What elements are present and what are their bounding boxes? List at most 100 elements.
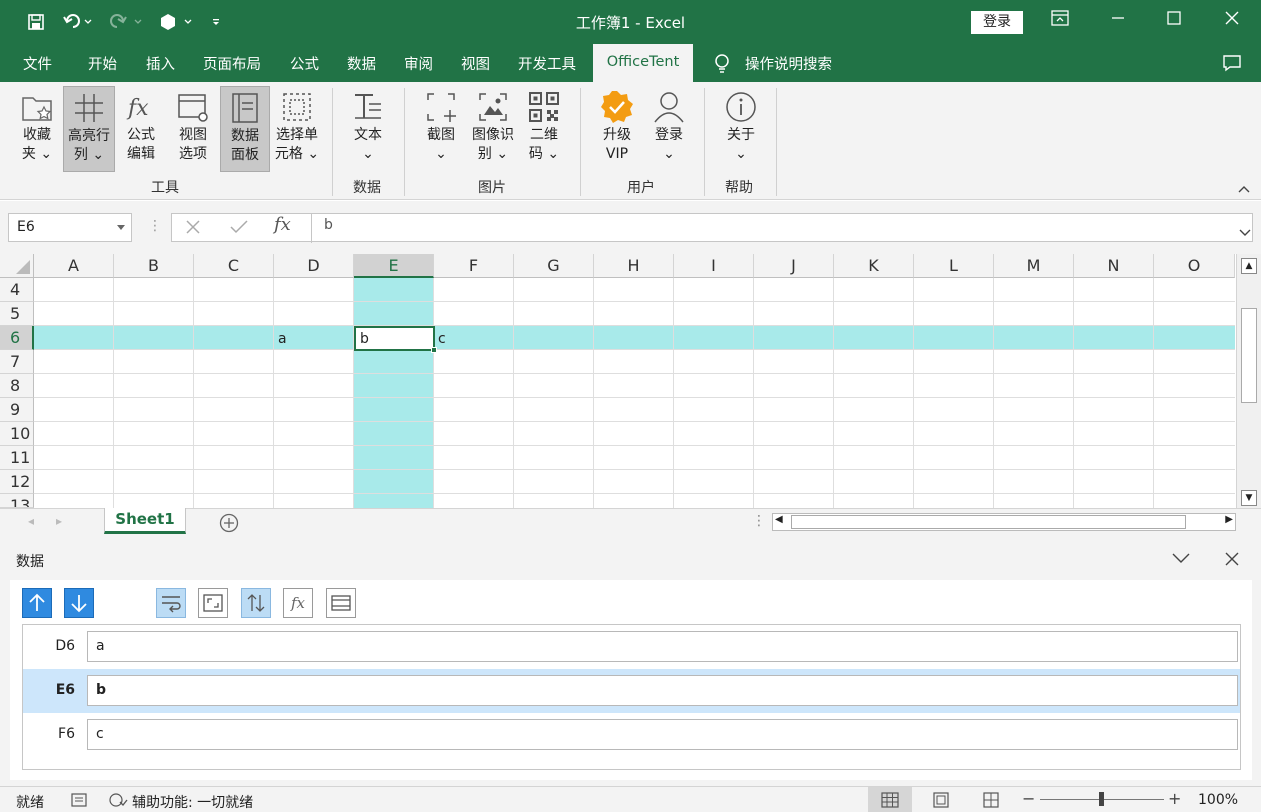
row-header-6[interactable]: 6: [0, 326, 34, 350]
tab-developer[interactable]: 开发工具: [518, 53, 576, 74]
insert-function-icon[interactable]: fx: [274, 214, 291, 235]
column-header-F[interactable]: F: [434, 254, 514, 278]
panel-close-icon[interactable]: [1225, 552, 1239, 570]
vertical-scroll-thumb[interactable]: [1241, 308, 1257, 403]
row-header-12[interactable]: 12: [0, 470, 34, 494]
column-header-I[interactable]: I: [674, 254, 754, 278]
formula-input[interactable]: [171, 213, 1253, 242]
column-header-A[interactable]: A: [34, 254, 114, 278]
image-recognize-button[interactable]: 图像识 别 ⌄: [468, 86, 518, 172]
tell-me-search[interactable]: 操作说明搜索: [745, 53, 832, 74]
formula-edit-button[interactable]: fx 公式 编辑: [118, 86, 164, 172]
row-header-13[interactable]: 13: [0, 494, 34, 508]
tab-review[interactable]: 审阅: [404, 53, 433, 74]
macro-record-icon[interactable]: [70, 792, 88, 812]
add-sheet-icon[interactable]: [219, 513, 239, 537]
next-sheet-icon[interactable]: ▸: [56, 514, 62, 528]
zoom-slider-thumb[interactable]: [1099, 792, 1104, 806]
page-break-icon[interactable]: [982, 792, 1000, 812]
move-up-button[interactable]: [22, 588, 52, 618]
horizontal-scroll-thumb[interactable]: [791, 515, 1186, 529]
about-button[interactable]: 关于 ⌄: [718, 86, 764, 172]
page-layout-icon[interactable]: [932, 792, 950, 812]
column-header-M[interactable]: M: [994, 254, 1074, 278]
tab-file[interactable]: 文件: [23, 53, 52, 74]
wrap-text-button[interactable]: [156, 588, 186, 618]
scroll-left-icon[interactable]: ◀: [775, 514, 783, 525]
cell-D6[interactable]: a: [278, 331, 287, 347]
comments-icon[interactable]: [1222, 54, 1242, 76]
accessibility-status[interactable]: 辅助功能: 一切就绪: [132, 792, 253, 812]
column-header-G[interactable]: G: [514, 254, 594, 278]
expand-formula-icon[interactable]: [1239, 225, 1251, 241]
panel-row-selected[interactable]: E6 b: [23, 669, 1240, 713]
select-all-corner[interactable]: [0, 254, 34, 278]
row-header-8[interactable]: 8: [0, 374, 34, 398]
close-icon[interactable]: [1212, 8, 1252, 34]
column-header-J[interactable]: J: [754, 254, 834, 278]
zoom-in-icon[interactable]: +: [1168, 789, 1181, 808]
tab-formulas[interactable]: 公式: [290, 53, 319, 74]
favorites-button[interactable]: 收藏 夹 ⌄: [14, 86, 60, 172]
normal-view-button[interactable]: [868, 787, 912, 812]
scroll-up-icon[interactable]: ▲: [1241, 258, 1257, 274]
collapse-ribbon-icon[interactable]: [1237, 182, 1251, 198]
active-cell-E6[interactable]: b: [354, 326, 437, 353]
fill-handle[interactable]: [431, 347, 437, 353]
row-header-4[interactable]: 4: [0, 278, 34, 302]
select-cell-button[interactable]: 选择单 元格 ⌄: [272, 86, 322, 172]
maximize-icon[interactable]: [1154, 8, 1194, 34]
accessibility-icon[interactable]: [108, 792, 128, 812]
tab-home[interactable]: 开始: [88, 53, 117, 74]
text-button[interactable]: 文本 ⌄: [344, 86, 392, 172]
column-header-D[interactable]: D: [274, 254, 354, 278]
qrcode-button[interactable]: 二维 码 ⌄: [522, 86, 566, 172]
screenshot-button[interactable]: 截图 ⌄: [418, 86, 464, 172]
layout-button[interactable]: [326, 588, 356, 618]
panel-row-value[interactable]: c: [87, 719, 1238, 750]
scroll-right-icon[interactable]: ▶: [1225, 514, 1233, 525]
horizontal-scrollbar[interactable]: ◀ ▶: [772, 513, 1236, 531]
splitter-icon[interactable]: ⋮: [752, 513, 766, 529]
panel-row[interactable]: D6 a: [23, 625, 1240, 669]
row-header-11[interactable]: 11: [0, 446, 34, 470]
login-button[interactable]: 登录: [971, 11, 1023, 34]
tab-insert[interactable]: 插入: [146, 53, 175, 74]
name-box[interactable]: E6: [8, 213, 132, 242]
cell-F6[interactable]: c: [438, 331, 446, 347]
panel-collapse-icon[interactable]: [1172, 552, 1190, 568]
tab-view[interactable]: 视图: [461, 53, 490, 74]
show-formula-button[interactable]: fx: [283, 588, 313, 618]
sort-button[interactable]: [241, 588, 271, 618]
column-header-O[interactable]: O: [1154, 254, 1235, 278]
expand-button[interactable]: [198, 588, 228, 618]
move-down-button[interactable]: [64, 588, 94, 618]
column-header-H[interactable]: H: [594, 254, 674, 278]
panel-row[interactable]: F6 c: [23, 713, 1240, 757]
column-header-N[interactable]: N: [1074, 254, 1154, 278]
column-header-L[interactable]: L: [914, 254, 994, 278]
view-options-button[interactable]: 视图 选项: [168, 86, 218, 172]
zoom-level[interactable]: 100%: [1198, 792, 1238, 808]
panel-row-value[interactable]: b: [87, 675, 1238, 706]
tab-officetent[interactable]: OfficeTent: [593, 44, 693, 82]
sheet-tab-sheet1[interactable]: Sheet1: [104, 508, 186, 534]
panel-row-value[interactable]: a: [87, 631, 1238, 662]
row-header-5[interactable]: 5: [0, 302, 34, 326]
column-header-E[interactable]: E: [354, 254, 434, 278]
spreadsheet-grid[interactable]: ABCDEFGHIJKLMNO 4 5 6 7 8 9 10 11 12 13 a b c ▲ ▼: [0, 254, 1261, 508]
row-header-10[interactable]: 10: [0, 422, 34, 446]
row-header-9[interactable]: 9: [0, 398, 34, 422]
highlight-rowcol-button[interactable]: 高亮行 列 ⌄: [63, 86, 115, 172]
prev-sheet-icon[interactable]: ◂: [28, 514, 34, 528]
zoom-out-icon[interactable]: −: [1022, 789, 1035, 808]
cancel-icon[interactable]: [184, 218, 202, 240]
column-header-K[interactable]: K: [834, 254, 914, 278]
data-panel-button[interactable]: 数据 面板: [220, 86, 270, 172]
vertical-scrollbar[interactable]: ▲ ▼: [1236, 254, 1261, 508]
tab-page-layout[interactable]: 页面布局: [203, 53, 261, 74]
tab-data[interactable]: 数据: [347, 53, 376, 74]
row-header-7[interactable]: 7: [0, 350, 34, 374]
enter-icon[interactable]: [229, 218, 249, 240]
user-login-button[interactable]: 登录 ⌄: [646, 86, 692, 172]
